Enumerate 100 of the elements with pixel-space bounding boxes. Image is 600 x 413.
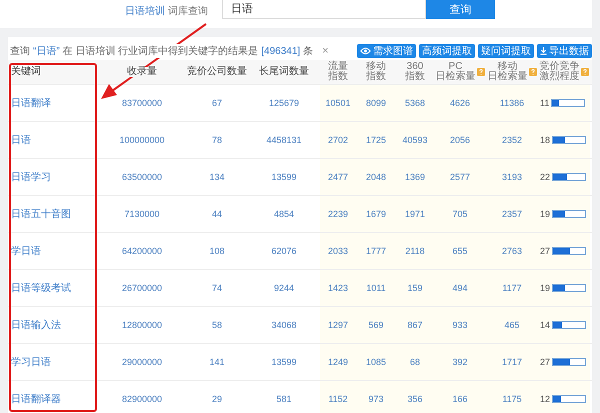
query-label: 查询 [10, 44, 30, 58]
table-cell-text: 9244 [272, 282, 296, 295]
table-cell-text: 4458131 [265, 134, 303, 147]
column-header: 360 [406, 62, 424, 72]
table-cell-text: 78 [210, 134, 223, 147]
table-cell: 40593 [396, 122, 434, 158]
table-cell: 2048 [356, 159, 396, 195]
competition-value: 12 [540, 394, 550, 404]
download-icon [540, 47, 547, 55]
column-header: 指数 [328, 72, 348, 82]
table-cell: 2033 [320, 233, 356, 269]
table-cell: 1679 [356, 196, 396, 232]
table-cell: 1249 [320, 344, 356, 380]
table-cell-text: 134 [208, 171, 226, 184]
table-cell-text: 82900000 [120, 393, 164, 406]
column-header: PC [448, 62, 462, 72]
table-cell-text: 141 [208, 356, 226, 369]
column-header: 日检索量 [488, 72, 528, 82]
table-cell-text: 13599 [270, 356, 298, 369]
table-cell: 2357 [486, 196, 538, 232]
keyword-link[interactable]: 日语 [8, 122, 98, 158]
table-cell: 569 [356, 307, 396, 343]
table-cell: 2352 [486, 122, 538, 158]
table-cell-text: 125679 [268, 97, 300, 110]
table-cell-text: 34068 [270, 319, 298, 332]
keyword-link[interactable]: 日语学习 [8, 159, 98, 195]
keyword-link[interactable]: 日语翻译器 [8, 381, 98, 413]
search-label: 词库查询 [168, 4, 208, 18]
table-cell-text: 64200000 [120, 245, 164, 258]
table-cell: 465 [486, 307, 538, 343]
table-cell-text: 67 [210, 97, 223, 110]
eye-icon [360, 47, 371, 55]
search-button[interactable]: 查询 [426, 0, 495, 19]
table-cell: 356 [396, 381, 434, 413]
result-unit: 条 [303, 44, 314, 58]
column-header: 关键词 [11, 67, 41, 77]
table-cell: 2763 [486, 233, 538, 269]
keyword-link[interactable]: 日语等级考试 [8, 270, 98, 306]
table-cell-text: 62076 [270, 245, 298, 258]
table-cell: 5368 [396, 85, 434, 121]
keyword-link[interactable]: 学习日语 [8, 344, 98, 380]
table-cell: 2702 [320, 122, 356, 158]
table-cell: 2118 [396, 233, 434, 269]
table-cell-text: 26700000 [120, 282, 164, 295]
column-header: 激烈程度 [540, 72, 580, 82]
keyword-link[interactable]: 日语输入法 [8, 307, 98, 343]
table-cell: 392 [434, 344, 486, 380]
keyword-link[interactable]: 日语翻译 [8, 85, 98, 121]
table-cell: 2239 [320, 196, 356, 232]
table-cell: 1777 [356, 233, 396, 269]
table-cell: 1717 [486, 344, 538, 380]
toolbar-button[interactable]: 导出数据 [537, 44, 592, 58]
competition-value: 11 [540, 98, 550, 108]
table-cell: 2056 [434, 122, 486, 158]
table-cell: 11386 [486, 85, 538, 121]
competition-value: 19 [540, 209, 550, 219]
result-count: [496341] [261, 46, 300, 56]
competition-value: 18 [540, 135, 550, 145]
column-header: 长尾词数量 [259, 67, 309, 77]
column-header: 竞价公司数量 [187, 67, 247, 77]
table-cell: 655 [434, 233, 486, 269]
column-header: 竞价竞争 [540, 62, 580, 72]
column-header: 指数 [366, 72, 386, 82]
table-cell-text: 83700000 [120, 97, 164, 110]
search-field[interactable]: 日语 [222, 0, 426, 19]
table-cell: 1177 [486, 270, 538, 306]
table-cell: 10501 [320, 85, 356, 121]
table-cell: 1971 [396, 196, 434, 232]
competition-value: 27 [540, 357, 550, 367]
table-cell: 933 [434, 307, 486, 343]
table-cell: 973 [356, 381, 396, 413]
table-cell-text: 44 [210, 208, 223, 221]
table-cell: 1085 [356, 344, 396, 380]
table-cell: 494 [434, 270, 486, 306]
industry-link[interactable]: 日语培训 [125, 4, 165, 18]
column-header: 移动 [498, 62, 518, 72]
toolbar-button[interactable]: 高频词提取 [419, 44, 475, 58]
keyword-link[interactable]: 学日语 [8, 233, 98, 269]
table-cell: 1175 [486, 381, 538, 413]
table-cell: 1011 [356, 270, 396, 306]
table-cell-text: 12800000 [120, 319, 164, 332]
toolbar-button[interactable]: 需求图谱 [357, 44, 416, 58]
table-cell: 3193 [486, 159, 538, 195]
table-cell: 1297 [320, 307, 356, 343]
table-cell: 1725 [356, 122, 396, 158]
table-cell: 867 [396, 307, 434, 343]
table-cell: 1423 [320, 270, 356, 306]
table-cell: 1369 [396, 159, 434, 195]
competition-value: 27 [540, 246, 550, 256]
competition-value: 19 [540, 283, 550, 293]
table-cell-text: 29 [210, 393, 223, 406]
keyword-link[interactable]: 日语五十音图 [8, 196, 98, 232]
table-cell-text: 74 [210, 282, 223, 295]
query-term: “日语” [33, 44, 60, 58]
table-cell: 2477 [320, 159, 356, 195]
table-cell-text: 4854 [272, 208, 296, 221]
toolbar-button[interactable]: 疑问词提取 [478, 44, 534, 58]
table-cell-text: 581 [275, 393, 293, 406]
column-header: 指数 [405, 72, 425, 82]
table-cell: 68 [396, 344, 434, 380]
